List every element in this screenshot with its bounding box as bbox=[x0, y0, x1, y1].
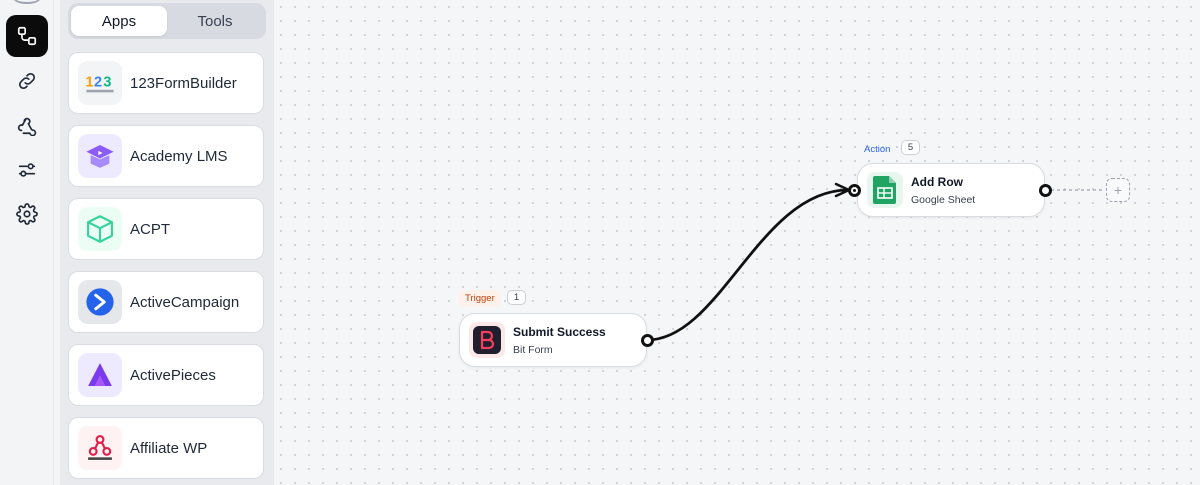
link-icon[interactable] bbox=[6, 60, 48, 102]
action-subtitle: Google Sheet bbox=[911, 193, 976, 206]
app-name: 123FormBuilder bbox=[130, 74, 237, 92]
activecampaign-logo bbox=[78, 280, 122, 324]
tab-tools[interactable]: Tools bbox=[167, 6, 263, 36]
gear-icon[interactable] bbox=[6, 193, 48, 235]
action-node[interactable]: Add Row Google Sheet bbox=[857, 163, 1045, 217]
action-output-handle[interactable] bbox=[1039, 184, 1052, 197]
svg-text:1: 1 bbox=[86, 74, 94, 90]
flow-canvas[interactable] bbox=[274, 0, 1200, 485]
action-input-handle[interactable] bbox=[848, 184, 861, 197]
trigger-badge: Trigger bbox=[459, 290, 501, 307]
app-name: ActiveCampaign bbox=[130, 293, 240, 311]
tab-apps[interactable]: Apps bbox=[71, 6, 167, 36]
trigger-node[interactable]: Submit Success Bit Form bbox=[459, 313, 647, 367]
app-card-academy-lms[interactable]: Academy LMS bbox=[68, 125, 264, 187]
affiliate-wp-logo bbox=[78, 426, 122, 470]
app-card-activepieces[interactable]: ActivePieces bbox=[68, 344, 264, 406]
trigger-title: Submit Success bbox=[513, 324, 606, 339]
app-name: Academy LMS bbox=[130, 147, 228, 165]
google-sheets-logo bbox=[867, 172, 903, 208]
settings-sliders-icon[interactable] bbox=[6, 149, 48, 191]
activepieces-logo bbox=[78, 353, 122, 397]
app-name: ActivePieces bbox=[130, 366, 216, 384]
action-count: 5 bbox=[901, 140, 920, 155]
flow-icon[interactable] bbox=[6, 15, 48, 57]
svg-text:2: 2 bbox=[94, 74, 102, 90]
webhook-icon[interactable] bbox=[6, 104, 48, 146]
trigger-output-handle[interactable] bbox=[641, 334, 654, 347]
academy-lms-logo bbox=[78, 134, 122, 178]
bit-form-logo bbox=[469, 322, 505, 358]
apps-panel: Apps Tools 1 2 3 123FormBuilder Academy … bbox=[60, 0, 274, 485]
trigger-count: 1 bbox=[507, 290, 526, 305]
icon-rail bbox=[0, 0, 54, 485]
app-card-affiliate-wp[interactable]: Affiliate WP bbox=[68, 417, 264, 479]
rail-top-icon bbox=[14, 0, 40, 4]
app-card-activecampaign[interactable]: ActiveCampaign bbox=[68, 271, 264, 333]
123formbuilder-logo: 1 2 3 bbox=[78, 61, 122, 105]
action-badge: Action bbox=[864, 144, 891, 155]
action-title: Add Row bbox=[911, 174, 963, 189]
app-name: ACPT bbox=[130, 220, 171, 238]
svg-text:3: 3 bbox=[103, 74, 111, 90]
app-card-acpt[interactable]: ACPT bbox=[68, 198, 264, 260]
app-card-123formbuilder[interactable]: 1 2 3 123FormBuilder bbox=[68, 52, 264, 114]
panel-tabs: Apps Tools bbox=[68, 3, 266, 39]
trigger-subtitle: Bit Form bbox=[513, 343, 553, 356]
acpt-logo bbox=[78, 207, 122, 251]
add-step-button[interactable]: + bbox=[1106, 178, 1130, 202]
app-name: Affiliate WP bbox=[130, 439, 208, 457]
